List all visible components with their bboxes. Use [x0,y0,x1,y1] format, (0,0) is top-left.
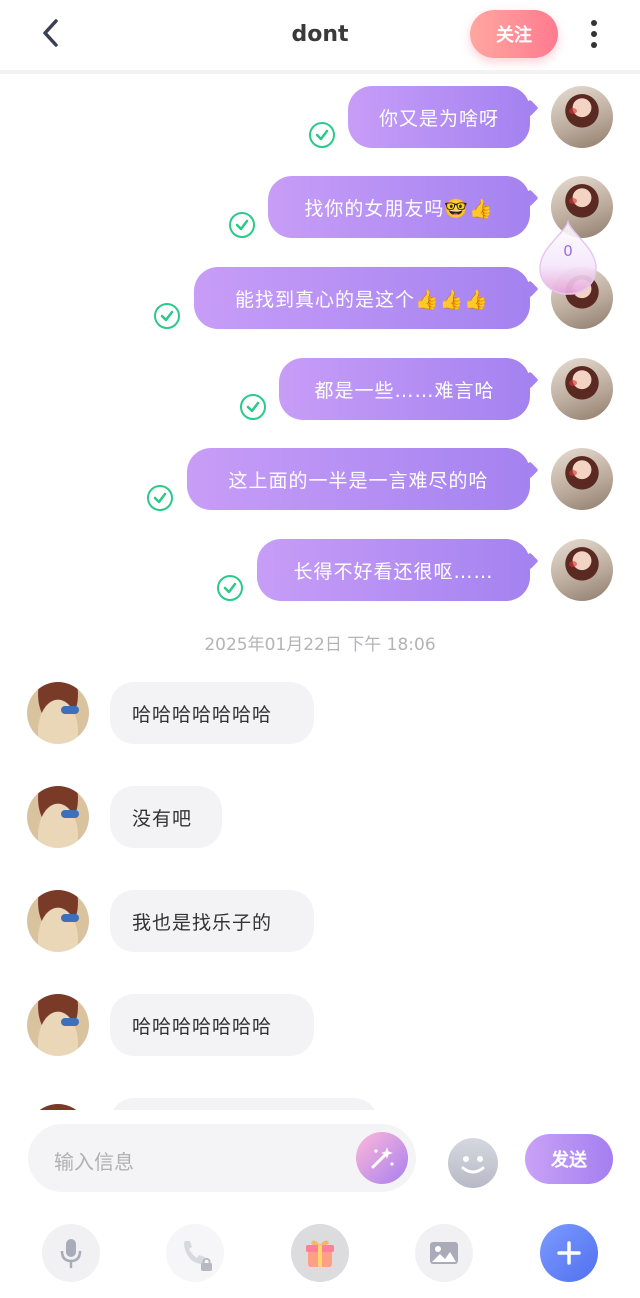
outgoing-message[interactable]: 找你的女朋友吗🤓👍 [268,176,530,238]
outgoing-message[interactable]: 长得不好看还很呕…… [257,539,530,601]
microphone-icon [60,1239,82,1269]
read-check-icon [154,303,180,329]
incoming-message[interactable]: 我也是找乐子的 [110,890,314,952]
more-dot [591,42,597,48]
gift-icon [306,1240,334,1267]
incoming-message[interactable]: 哈哈哈哈哈哈哈 [110,994,314,1056]
more-dot [591,31,597,37]
read-check-icon [229,212,255,238]
follow-button[interactable]: 关注 [470,10,558,58]
contact-avatar[interactable] [27,994,89,1056]
read-check-icon [240,394,266,420]
back-button[interactable] [34,16,66,50]
read-check-icon [147,485,173,511]
smiley-icon [461,1156,485,1174]
read-check-icon [309,122,335,148]
more-actions-button[interactable] [540,1224,598,1282]
gift-button[interactable] [291,1224,349,1282]
outgoing-message[interactable]: 你又是为啥呀 [348,86,530,148]
magic-wand-icon [371,1147,394,1169]
image-icon [430,1242,458,1264]
more-options-button[interactable] [580,16,608,52]
outgoing-message[interactable]: 能找到真心的是这个👍👍👍 [194,267,530,329]
contact-avatar[interactable] [27,890,89,952]
floating-heart-widget[interactable]: 0 [534,218,602,296]
my-avatar[interactable] [551,358,613,420]
outgoing-message[interactable]: 都是一些……难言哈 [279,358,530,420]
call-button[interactable] [166,1224,224,1282]
outgoing-message[interactable]: 这上面的一半是一言难尽的哈 [187,448,530,510]
phone-locked-icon [184,1241,212,1271]
message-timestamp: 2025年01月22日 下午 18:06 [204,635,436,655]
send-button[interactable]: 发送 [525,1134,613,1184]
contact-avatar[interactable] [27,682,89,744]
incoming-message[interactable]: 没有吧 [110,786,222,848]
message-input-placeholder: 输入信息 [54,1150,134,1174]
read-check-icon [217,575,243,601]
emoji-button[interactable] [448,1138,498,1188]
incoming-message[interactable]: 哈哈哈哈哈哈哈 [110,682,314,744]
chat-header: dont 关注 [0,0,640,74]
plus-icon [557,1241,581,1265]
incoming-message-partial[interactable] [110,1098,378,1110]
message-input[interactable]: 输入信息 [28,1124,416,1192]
contact-avatar[interactable] [27,786,89,848]
image-button[interactable] [415,1224,473,1282]
my-avatar[interactable] [551,448,613,510]
message-list[interactable]: 你又是为啥呀 找你的女朋友吗🤓👍 能找到真心的是这个👍👍👍 都是一些……难言哈 … [0,78,640,1110]
magic-wand-button[interactable] [356,1132,408,1184]
more-dot [591,20,597,26]
composer-bar: 输入信息 发送 [0,1110,640,1298]
voice-button[interactable] [42,1224,100,1282]
my-avatar[interactable] [551,539,613,601]
chevron-left-icon [43,19,58,47]
my-avatar[interactable] [551,86,613,148]
floating-counter: 0 [563,242,573,260]
